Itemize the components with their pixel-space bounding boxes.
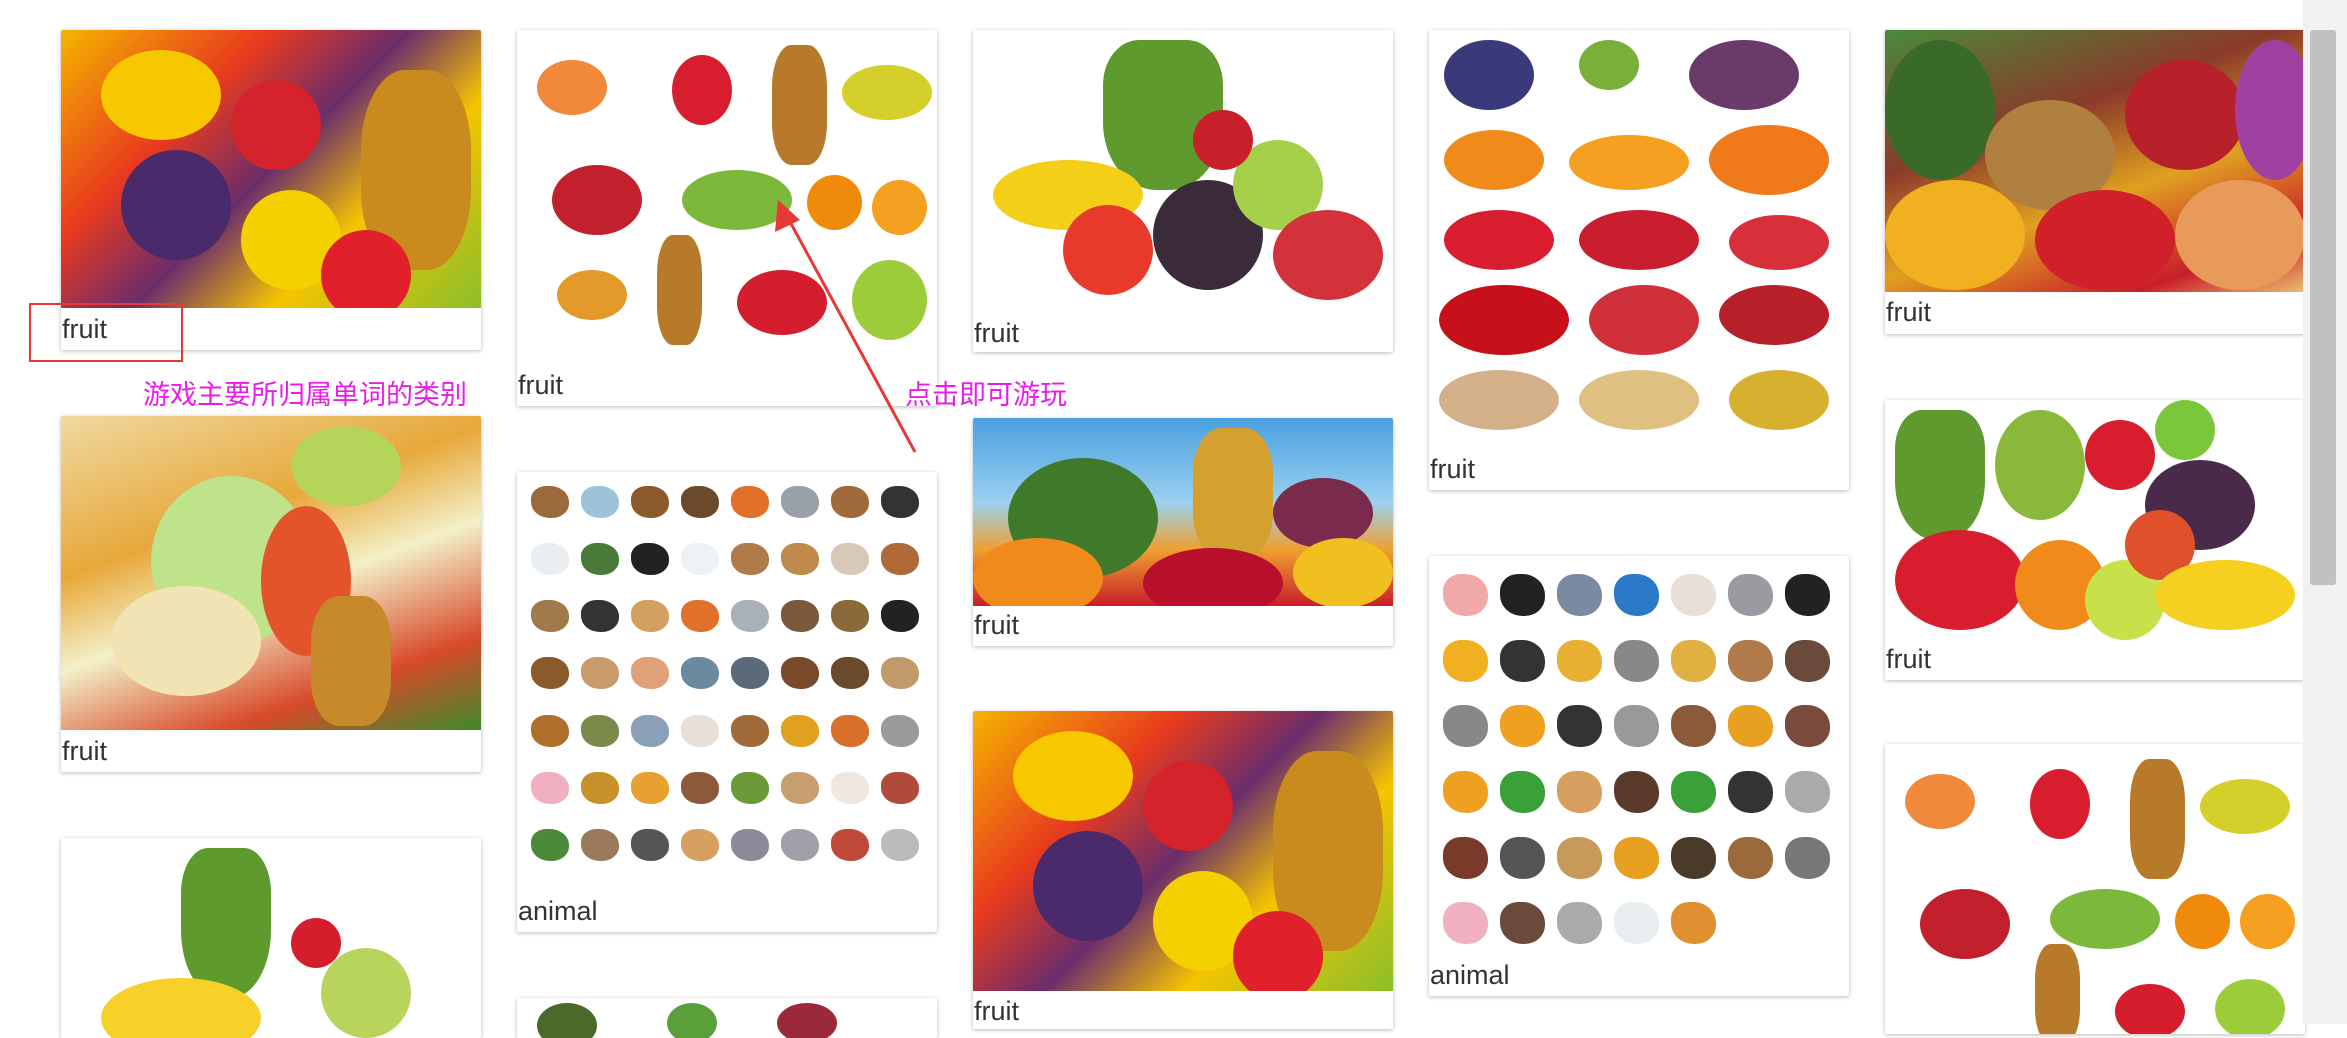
card-caption: fruit — [1886, 297, 1932, 327]
card-caption: animal — [518, 896, 598, 926]
card-image — [1885, 400, 2305, 640]
card-image — [61, 838, 481, 1038]
card-fruit-1[interactable]: fruit — [61, 30, 481, 350]
card-caption: fruit — [974, 318, 1020, 348]
card-image — [1885, 30, 2305, 292]
card-animal-1[interactable]: animal — [517, 472, 937, 932]
card-animal-2[interactable]: animal — [1429, 556, 1849, 996]
card-image — [973, 711, 1393, 991]
click-hint-annotation: 点击即可游玩 — [905, 380, 1067, 411]
card-fruit-4[interactable]: fruit — [517, 30, 937, 406]
card-fruit-partial-col2[interactable] — [517, 998, 937, 1038]
card-caption: fruit — [974, 996, 1020, 1026]
category-annotation: 游戏主要所归属单词的类别 — [143, 380, 467, 411]
card-fruit-5[interactable]: fruit — [973, 30, 1393, 352]
card-fruit-8[interactable]: fruit — [1429, 30, 1849, 490]
card-image — [61, 30, 481, 308]
card-caption: fruit — [1886, 644, 1932, 674]
card-image — [517, 998, 937, 1038]
card-image — [517, 30, 937, 364]
card-fruit-9[interactable]: fruit — [1885, 30, 2305, 334]
card-image — [1885, 744, 2305, 1034]
card-fruit-10[interactable]: fruit — [1885, 400, 2305, 680]
card-caption: fruit — [518, 370, 564, 400]
card-caption: fruit — [974, 610, 1020, 640]
card-image — [1429, 556, 1849, 956]
card-fruit-7[interactable]: fruit — [973, 711, 1393, 1029]
card-image — [517, 472, 937, 890]
card-image — [973, 30, 1393, 315]
card-caption: fruit — [62, 736, 108, 766]
card-fruit-3[interactable] — [61, 838, 481, 1038]
card-fruit-6[interactable]: fruit — [973, 418, 1393, 646]
card-fruit-2[interactable]: fruit — [61, 416, 481, 772]
card-image — [1429, 30, 1849, 450]
card-image — [973, 418, 1393, 606]
caption-highlight-box — [29, 303, 183, 362]
card-caption: animal — [1430, 960, 1510, 990]
card-caption: fruit — [1430, 454, 1476, 484]
card-image — [61, 416, 481, 730]
vertical-scrollbar-thumb[interactable] — [2310, 30, 2336, 585]
card-fruit-11[interactable] — [1885, 744, 2305, 1034]
